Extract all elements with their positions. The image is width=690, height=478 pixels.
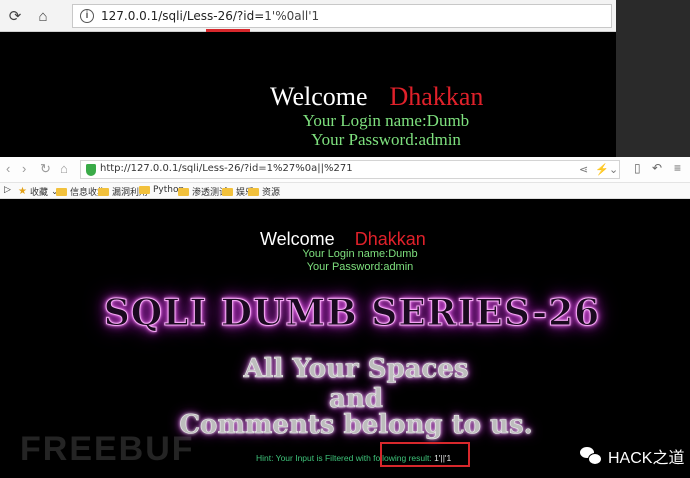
top-browser-toolbar: ⟳ ⌂ i 127.0.0.1/sqli/Less-26/?id=1'%0all… [0,0,616,32]
login-name: Your Login name:Dumb [302,248,418,260]
top-address-bar[interactable]: i 127.0.0.1/sqli/Less-26/?id=1'%0all'1 [72,4,612,28]
second-address-bar[interactable]: http://127.0.0.1/sqli/Less-26/?id=1%27%0… [80,160,620,179]
top-welcome-heading: Welcome Dhakkan [270,82,483,112]
welcome-text: Welcome [260,229,335,249]
undo-icon[interactable]: ↶ [652,161,662,175]
back-icon[interactable]: ‹ [6,161,10,176]
dropdown-icon[interactable]: ⌄ [609,163,618,176]
top-password: Your Password:admin [311,130,461,149]
welcome-heading: Welcome Dhakkan [260,229,426,250]
wechat-icon [580,447,602,465]
folder-icon [222,187,233,196]
folder-icon [56,187,67,196]
user-name: Dhakkan [354,229,426,249]
second-browser-toolbar: ‹ › ↻ ⌂ http://127.0.0.1/sqli/Less-26/?i… [0,157,690,183]
freebuf-watermark: FREEBUF [20,430,195,468]
hack-brand: HACK之道 [580,444,684,468]
device-icon[interactable]: ▯ [634,161,641,175]
info-icon[interactable]: i [80,9,94,23]
spaces-line: All Your Spaces [243,354,469,385]
folder-icon [248,187,259,196]
folder-icon [139,186,150,194]
second-url-text: http://127.0.0.1/sqli/Less-26/?id=1%27%0… [100,163,353,174]
secure-shield-icon [86,164,96,176]
bookmark-favorites[interactable]: ★ 收藏 ⌄ [18,185,59,198]
home-icon[interactable]: ⌂ [60,161,68,176]
forward-icon[interactable]: › [22,161,26,176]
refresh-icon[interactable]: ⟳ [4,6,26,26]
star-icon: ★ [18,186,27,197]
home-icon[interactable]: ⌂ [32,6,54,26]
bookmark-folder[interactable]: 渗透测试 [178,185,228,198]
top-user-name: Dhakkan [389,82,484,111]
brand-text: HACK之道 [608,450,685,467]
series-title: SQLI DUMB SERIES-26 [103,292,601,335]
top-welcome-text: Welcome [270,82,368,111]
top-url-prefix: 127.0.0.1/sqli/Less-26/?id= [101,9,265,23]
lightning-icon[interactable]: ⚡ [595,163,609,176]
password: Your Password:admin [306,261,414,273]
top-login-name: Your Login name:Dumb [302,111,470,130]
folder-icon [178,187,189,196]
bookmark-folder[interactable]: 资源 [248,185,280,198]
refresh-icon[interactable]: ↻ [40,161,51,177]
folder-icon [98,187,109,196]
result-highlight-box [380,442,470,467]
top-url-param: 1'%0all'1 [264,9,320,23]
bookmarks-toggle-icon[interactable]: ▷ [4,185,11,195]
menu-icon[interactable]: ≡ [674,161,681,175]
bookmarks-bar: ▷ ★ 收藏 ⌄ 信息收集 漏洞利用 Python 渗透测试 娱乐 资源 [0,183,690,199]
url-param-underline [206,29,250,32]
share-icon[interactable]: ⋖ [579,163,588,176]
